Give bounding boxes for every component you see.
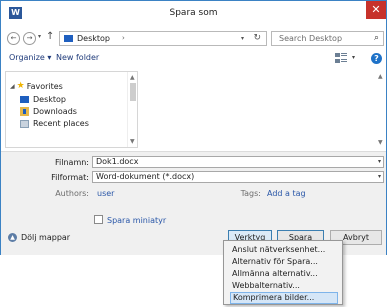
recent-places-icon xyxy=(20,119,29,128)
scroll-down-icon[interactable]: ▼ xyxy=(378,139,383,146)
scroll-down-icon[interactable]: ▼ xyxy=(130,138,135,145)
refresh-icon[interactable]: ↻ xyxy=(253,33,261,43)
file-format-select[interactable]: Word-dokument (*.docx) ▾ xyxy=(92,171,384,183)
menu-item-web-options[interactable]: Webbalternativ... xyxy=(230,280,338,292)
menu-item-save-options[interactable]: Alternativ för Spara... xyxy=(230,256,338,268)
save-thumbnail-label[interactable]: Spara miniatyr xyxy=(107,216,166,225)
hide-folders-button[interactable]: Dölj mappar xyxy=(21,233,70,242)
search-icon[interactable]: ⌕ xyxy=(374,33,379,43)
view-dropdown-icon[interactable]: ▾ xyxy=(352,54,355,61)
recent-locations-dropdown-icon[interactable]: ▾ xyxy=(38,33,41,40)
expand-icon[interactable]: ◢ xyxy=(10,83,15,90)
navigation-pane-scrollbar[interactable]: ▲ ▼ xyxy=(127,72,137,147)
sidebar-item-label: Downloads xyxy=(33,107,77,116)
command-toolbar: Organize ▾ New folder ▾ ? xyxy=(1,49,386,69)
scrollbar-thumb[interactable] xyxy=(130,83,136,101)
address-chevron-icon[interactable]: › xyxy=(122,34,125,42)
menu-item-general-options[interactable]: Allmänna alternativ... xyxy=(230,268,338,280)
authors-value[interactable]: user xyxy=(97,189,114,198)
downloads-icon xyxy=(20,107,29,116)
filename-value[interactable]: Dok1.docx xyxy=(96,157,138,166)
filename-dropdown-icon[interactable]: ▾ xyxy=(378,157,381,167)
sidebar-item-downloads[interactable]: Downloads xyxy=(20,107,77,116)
favorites-group[interactable]: ◢ ★ Favorites xyxy=(10,81,63,91)
address-bar[interactable]: Desktop › ▾ ↻ xyxy=(59,31,267,46)
tags-value[interactable]: Add a tag xyxy=(267,189,306,198)
help-icon[interactable]: ? xyxy=(371,53,382,64)
desktop-folder-icon xyxy=(64,35,73,42)
scroll-up-icon[interactable]: ▲ xyxy=(378,73,383,80)
tags-label: Tags: xyxy=(240,189,261,198)
sidebar-item-recent-places[interactable]: Recent places xyxy=(20,119,89,128)
file-list[interactable]: ▲ ▼ xyxy=(141,71,386,148)
organize-button[interactable]: Organize ▾ xyxy=(9,53,51,62)
title-bar: W Spara som ✕ xyxy=(1,1,386,27)
close-button[interactable]: ✕ xyxy=(366,1,386,19)
dialog-title: Spara som xyxy=(169,8,218,18)
search-input[interactable]: Search Desktop ⌕ xyxy=(271,31,384,46)
save-thumbnail-checkbox[interactable] xyxy=(94,215,103,224)
navigation-pane: ◢ ★ Favorites Desktop Downloads Recent p… xyxy=(5,71,138,148)
file-list-scrollbar[interactable]: ▲ ▼ xyxy=(376,71,386,148)
forward-button[interactable]: → xyxy=(23,32,36,45)
favorites-label[interactable]: Favorites xyxy=(27,82,63,91)
address-dropdown-icon[interactable]: ▾ xyxy=(241,35,244,42)
navigation-bar: ← → ▾ ↑ Desktop › ▾ ↻ Search Desktop ⌕ xyxy=(1,27,386,49)
collapse-arrow-icon[interactable]: ▲ xyxy=(8,233,17,242)
new-folder-button[interactable]: New folder xyxy=(56,53,99,62)
search-placeholder: Search Desktop xyxy=(279,34,343,43)
file-format-label: Filformat: xyxy=(51,173,89,182)
save-as-dialog: W Spara som ✕ ← → ▾ ↑ Desktop › ▾ ↻ Sear… xyxy=(0,0,387,255)
scroll-up-icon[interactable]: ▲ xyxy=(130,74,135,81)
authors-label: Authors: xyxy=(55,189,89,198)
tools-menu: Anslut nätverksenhet... Alternativ för S… xyxy=(223,240,343,305)
menu-item-map-network-drive[interactable]: Anslut nätverksenhet... xyxy=(230,244,338,256)
sidebar-item-label: Desktop xyxy=(33,95,66,104)
up-button[interactable]: ↑ xyxy=(46,31,54,42)
filename-label: Filnamn: xyxy=(55,158,89,167)
menu-item-compress-pictures[interactable]: Komprimera bilder... xyxy=(230,292,338,304)
back-button[interactable]: ← xyxy=(7,32,20,45)
desktop-icon xyxy=(20,96,29,103)
sidebar-item-desktop[interactable]: Desktop xyxy=(20,95,66,104)
file-format-value[interactable]: Word-dokument (*.docx) xyxy=(96,172,194,181)
filename-field[interactable]: Dok1.docx ▾ xyxy=(92,156,384,168)
address-location[interactable]: Desktop xyxy=(77,34,110,43)
sidebar-item-label: Recent places xyxy=(33,119,89,128)
star-icon: ★ xyxy=(16,81,25,91)
file-format-dropdown-icon[interactable]: ▾ xyxy=(378,172,381,182)
view-options-icon[interactable] xyxy=(335,53,347,63)
